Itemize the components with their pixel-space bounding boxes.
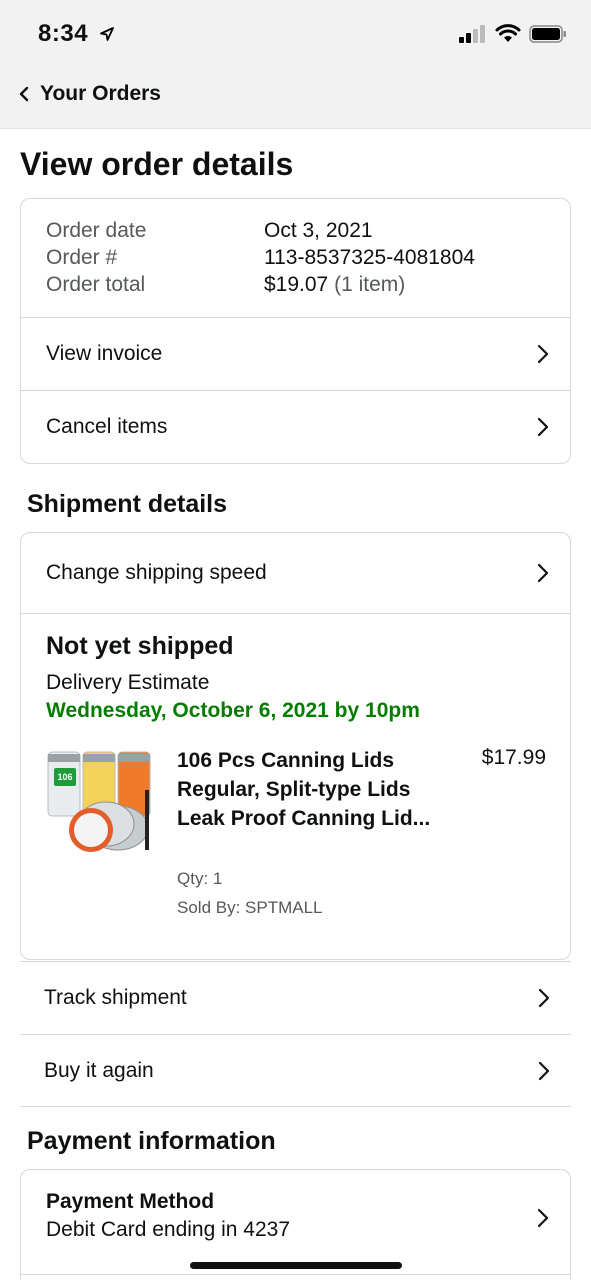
order-date-label: Order date: [46, 219, 147, 242]
change-shipping-speed-label: Change shipping speed: [46, 561, 267, 584]
shipment-section-title: Shipment details: [27, 490, 228, 518]
track-shipment-label: Track shipment: [44, 985, 187, 1009]
order-total-value: $19.07 (1 item): [264, 273, 545, 297]
view-invoice-row[interactable]: View invoice: [21, 317, 570, 390]
cancel-items-row[interactable]: Cancel items: [21, 390, 570, 463]
payment-method-row[interactable]: Payment Method Debit Card ending in 4237: [21, 1170, 570, 1274]
view-invoice-label: View invoice: [46, 342, 163, 365]
divider: [20, 1106, 571, 1107]
page-title: View order details: [20, 146, 294, 182]
product-price: $17.99: [481, 746, 546, 769]
order-total-label: Order total: [46, 273, 146, 296]
back-label: Your Orders: [40, 82, 161, 105]
chevron-left-icon: [19, 86, 29, 102]
home-indicator[interactable]: [190, 1262, 402, 1269]
clock-text: 8:34: [38, 20, 89, 47]
status-icons: [459, 24, 567, 43]
shipment-block: Not yet shipped Delivery Estimate Wednes…: [21, 613, 570, 959]
product-qty: Qty: 1: [177, 869, 223, 888]
back-button[interactable]: Your Orders: [18, 82, 161, 106]
shipment-status: Not yet shipped: [46, 632, 234, 660]
buy-again-label: Buy it again: [44, 1058, 154, 1082]
chevron-right-icon: [537, 563, 549, 583]
payment-method-detail: Debit Card ending in 4237: [46, 1218, 291, 1241]
order-total-amount: $19.07: [264, 273, 329, 296]
divider: [21, 1274, 570, 1275]
status-bar: 8:34: [0, 0, 591, 64]
cellular-signal-icon: [459, 24, 485, 43]
order-info: Order date Oct 3, 2021 Order # 113-85373…: [21, 199, 570, 317]
delivery-date: Wednesday, October 6, 2021 by 10pm: [46, 699, 420, 722]
order-number-label: Order #: [46, 246, 118, 269]
shipment-card: Change shipping speed Not yet shipped De…: [20, 532, 571, 960]
nav-bar: Your Orders: [0, 64, 591, 129]
cancel-items-label: Cancel items: [46, 415, 168, 438]
order-item-count: (1 item): [334, 273, 406, 296]
product-meta: Qty: 1 Sold By: SPTMALL: [177, 864, 323, 922]
product-image[interactable]: 106: [46, 746, 154, 856]
battery-icon: [529, 24, 566, 43]
payment-section-title: Payment information: [27, 1127, 276, 1155]
chevron-right-icon: [537, 344, 549, 364]
location-arrow-icon: [100, 27, 115, 41]
buy-again-row[interactable]: Buy it again: [20, 1034, 571, 1106]
order-number-value: 113-8537325-4081804: [264, 246, 475, 269]
chevron-right-icon: [537, 1208, 549, 1228]
wifi-icon: [495, 24, 521, 42]
product-title-link[interactable]: 106 Pcs Canning Lids Regular, Split-type…: [177, 746, 437, 833]
delivery-estimate-label: Delivery Estimate: [46, 671, 210, 694]
change-shipping-speed-row[interactable]: Change shipping speed: [21, 533, 570, 613]
order-date-value: Oct 3, 2021: [264, 219, 373, 242]
payment-method-title: Payment Method: [46, 1190, 215, 1213]
status-time: 8:34: [38, 20, 115, 48]
chevron-right-icon: [538, 988, 550, 1008]
track-shipment-row[interactable]: Track shipment: [20, 961, 571, 1033]
chevron-right-icon: [538, 1061, 550, 1081]
product-seller: Sold By: SPTMALL: [177, 898, 323, 917]
product-image-badge: 106: [57, 772, 72, 782]
chevron-right-icon: [537, 417, 549, 437]
order-summary-card: Order date Oct 3, 2021 Order # 113-85373…: [20, 198, 571, 464]
